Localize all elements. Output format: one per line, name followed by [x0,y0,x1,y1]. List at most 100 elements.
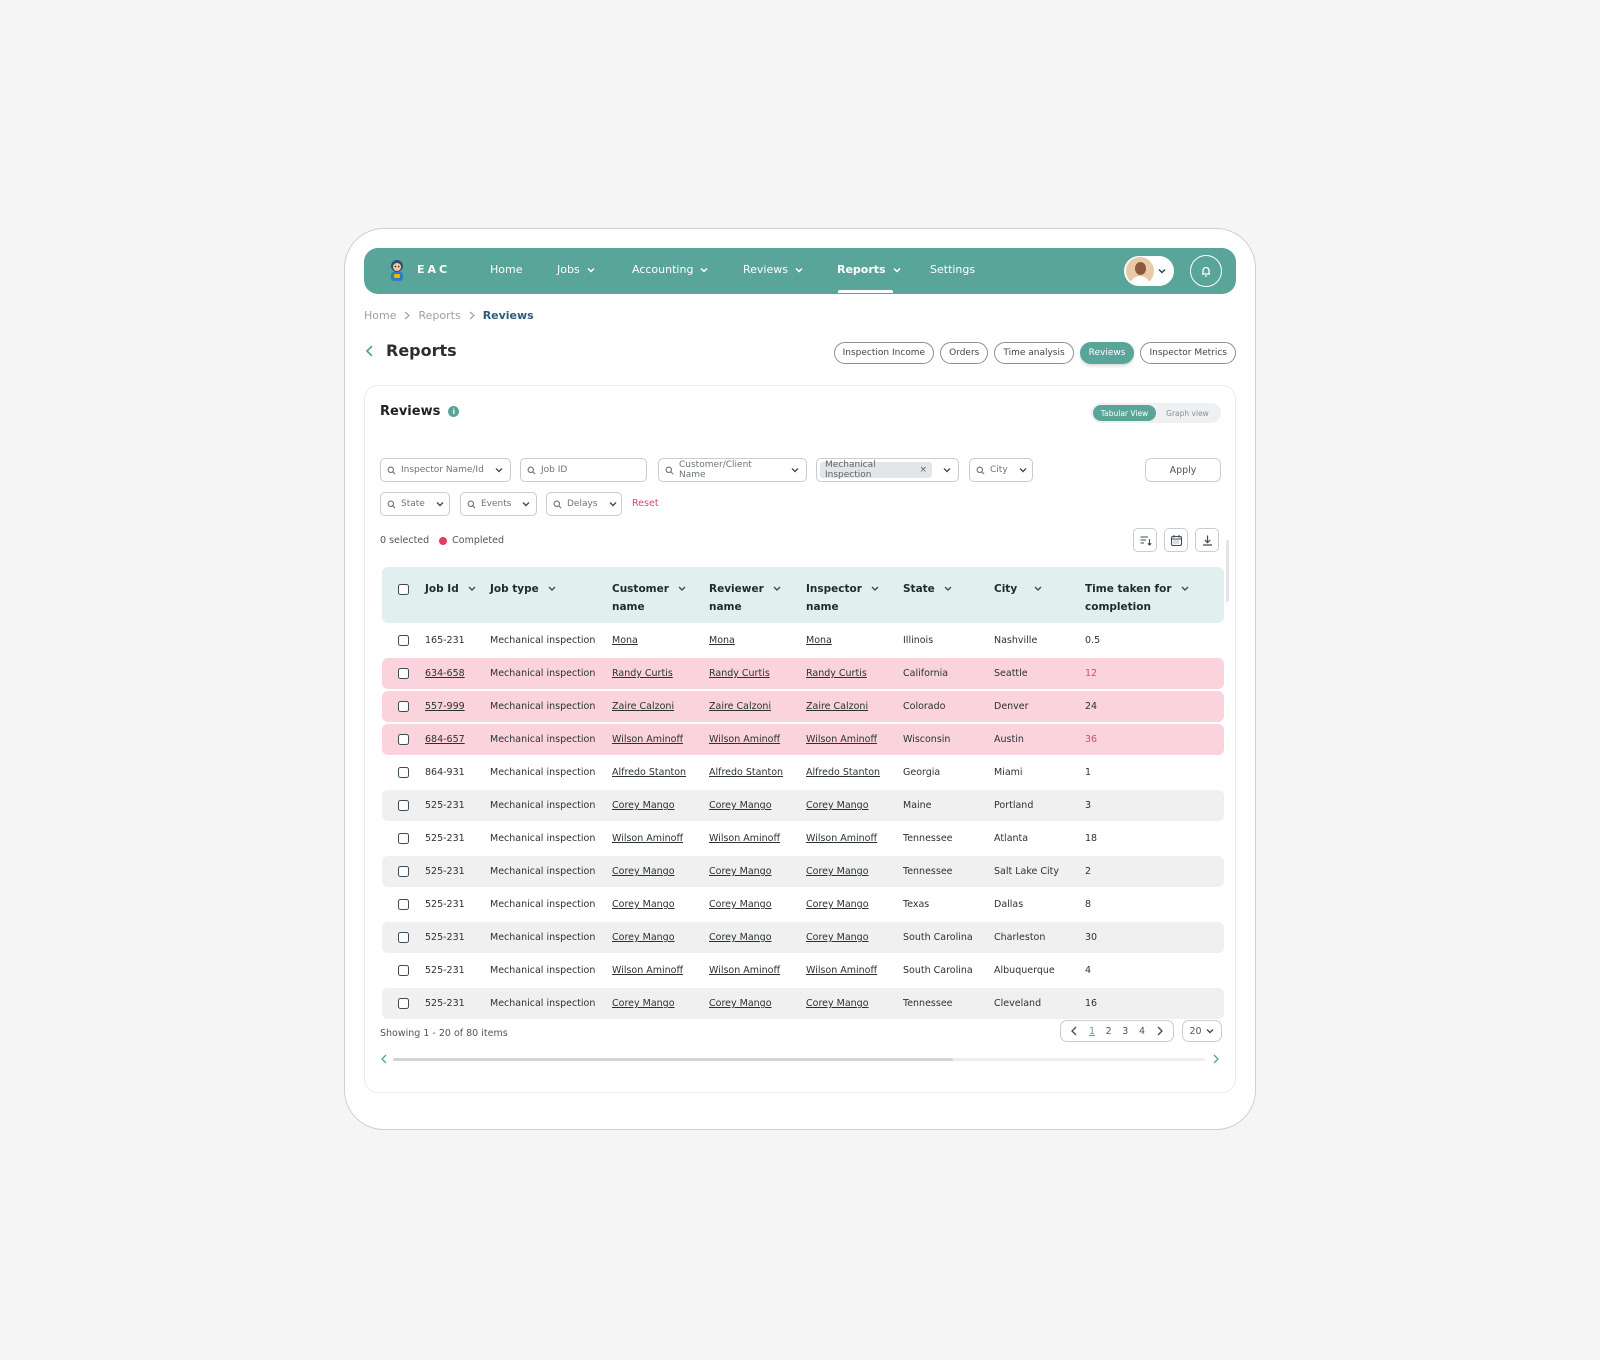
cell-customer-name[interactable]: Wilson Aminoff [612,955,683,986]
scroll-thumb[interactable] [393,1058,953,1061]
cell-reviewer-name[interactable]: Randy Curtis [709,658,770,689]
cell-job-id[interactable]: 557-999 [425,691,465,722]
cell-inspector-name[interactable]: Wilson Aminoff [806,724,877,755]
cell-inspector-name[interactable]: Zaire Calzoni [806,691,868,722]
delays-filter[interactable]: Delays [546,492,622,516]
nav-reviews[interactable]: Reviews [743,263,804,276]
city-filter[interactable]: City [969,458,1033,482]
info-icon[interactable]: i [448,406,460,417]
tabular-view-option[interactable]: Tabular View [1093,405,1156,421]
table-row[interactable]: 525-231 Mechanical inspection Corey Mango C… [382,922,1224,953]
select-all-checkbox[interactable] [398,584,409,595]
row-checkbox[interactable] [398,965,409,976]
breadcrumb-reports[interactable]: Reports [418,309,460,322]
cell-reviewer-name[interactable]: Corey Mango [709,889,772,920]
customer-filter[interactable]: Customer/Client Name [658,458,807,482]
table-row[interactable]: 684-657 Mechanical inspection Wilson Amino… [382,724,1224,755]
table-row[interactable]: 525-231 Mechanical inspection Corey Mango C… [382,790,1224,821]
cell-inspector-name[interactable]: Corey Mango [806,922,869,953]
page-1[interactable]: 1 [1089,1026,1095,1037]
table-row[interactable]: 165-231 Mechanical inspection Mona Mona Mona… [382,625,1224,656]
cell-inspector-name[interactable]: Corey Mango [806,988,869,1019]
cell-job-id[interactable]: 634-658 [425,658,465,689]
cell-customer-name[interactable]: Zaire Calzoni [612,691,674,722]
nav-jobs[interactable]: Jobs [557,263,596,276]
cell-reviewer-name[interactable]: Alfredo Stanton [709,757,783,788]
cell-customer-name[interactable]: Corey Mango [612,922,675,953]
cell-inspector-name[interactable]: Alfredo Stanton [806,757,880,788]
job-id-filter[interactable]: Job ID [520,458,647,482]
cell-customer-name[interactable]: Corey Mango [612,988,675,1019]
row-checkbox[interactable] [398,932,409,943]
col-job-type[interactable]: Job type [490,580,557,598]
table-row[interactable]: 864-931 Mechanical inspection Alfredo Stan… [382,757,1224,788]
tab-inspector-metrics[interactable]: Inspector Metrics [1140,342,1236,364]
tab-inspection-income[interactable]: Inspection Income [833,342,935,364]
row-checkbox[interactable] [398,800,409,811]
breadcrumb-home[interactable]: Home [364,309,396,322]
table-row[interactable]: 525-231 Mechanical inspection Corey Mango C… [382,988,1224,1019]
chevron-right-icon[interactable] [1156,1026,1164,1036]
col-inspector-name[interactable]: Inspector name [806,580,880,616]
col-state[interactable]: State [903,580,953,598]
col-job-id[interactable]: Job Id [425,580,477,598]
tab-orders[interactable]: Orders [940,342,989,364]
cell-reviewer-name[interactable]: Zaire Calzoni [709,691,771,722]
row-checkbox[interactable] [398,767,409,778]
inspector-filter[interactable]: Inspector Name/Id [380,458,511,482]
table-row[interactable]: 525-231 Mechanical inspection Wilson Amino… [382,955,1224,986]
cell-customer-name[interactable]: Wilson Aminoff [612,823,683,854]
page-3[interactable]: 3 [1122,1026,1128,1037]
chevron-left-icon[interactable] [380,1054,388,1064]
close-icon[interactable]: × [919,465,927,475]
sort-button[interactable] [1133,528,1157,552]
col-customer-name[interactable]: Customer name [612,580,687,616]
row-checkbox[interactable] [398,899,409,910]
col-city[interactable]: City [994,580,1043,598]
row-checkbox[interactable] [398,635,409,646]
cell-reviewer-name[interactable]: Corey Mango [709,922,772,953]
cell-reviewer-name[interactable]: Corey Mango [709,790,772,821]
row-checkbox[interactable] [398,734,409,745]
cell-inspector-name[interactable]: Wilson Aminoff [806,955,877,986]
cell-customer-name[interactable]: Alfredo Stanton [612,757,686,788]
row-checkbox[interactable] [398,998,409,1009]
cell-reviewer-name[interactable]: Corey Mango [709,988,772,1019]
cell-customer-name[interactable]: Wilson Aminoff [612,724,683,755]
cell-inspector-name[interactable]: Mona [806,625,832,656]
cell-customer-name[interactable]: Corey Mango [612,856,675,887]
job-type-filter[interactable]: Mechanical Inspection × [816,458,959,482]
cell-customer-name[interactable]: Corey Mango [612,889,675,920]
row-checkbox[interactable] [398,833,409,844]
page-2[interactable]: 2 [1106,1026,1112,1037]
cell-reviewer-name[interactable]: Corey Mango [709,856,772,887]
row-checkbox[interactable] [398,668,409,679]
chevron-right-icon[interactable] [1212,1054,1220,1064]
page-4[interactable]: 4 [1139,1026,1145,1037]
state-filter[interactable]: State [380,492,450,516]
table-row[interactable]: 634-658 Mechanical inspection Randy Curtis… [382,658,1224,689]
cell-customer-name[interactable]: Corey Mango [612,790,675,821]
nav-reports[interactable]: Reports [837,263,902,276]
table-row[interactable]: 525-231 Mechanical inspection Corey Mango C… [382,856,1224,887]
nav-home[interactable]: Home [490,263,522,276]
cell-reviewer-name[interactable]: Wilson Aminoff [709,955,780,986]
table-row[interactable]: 525-231 Mechanical inspection Wilson Amino… [382,823,1224,854]
cell-inspector-name[interactable]: Corey Mango [806,856,869,887]
graph-view-option[interactable]: Graph view [1156,405,1219,421]
cell-inspector-name[interactable]: Corey Mango [806,790,869,821]
col-time-taken[interactable]: Time taken for completion [1085,580,1190,616]
user-menu[interactable] [1124,256,1174,286]
cell-customer-name[interactable]: Randy Curtis [612,658,673,689]
download-button[interactable] [1195,528,1219,552]
reset-link[interactable]: Reset [632,498,659,509]
apply-button[interactable]: Apply [1145,458,1221,482]
notifications-button[interactable] [1190,255,1222,287]
chevron-left-icon[interactable] [364,344,376,358]
cell-reviewer-name[interactable]: Wilson Aminoff [709,724,780,755]
cell-inspector-name[interactable]: Corey Mango [806,889,869,920]
tab-reviews[interactable]: Reviews [1079,342,1135,364]
nav-settings[interactable]: Settings [930,263,975,276]
tab-time-analysis[interactable]: Time analysis [994,342,1074,364]
calendar-button[interactable] [1164,528,1188,552]
